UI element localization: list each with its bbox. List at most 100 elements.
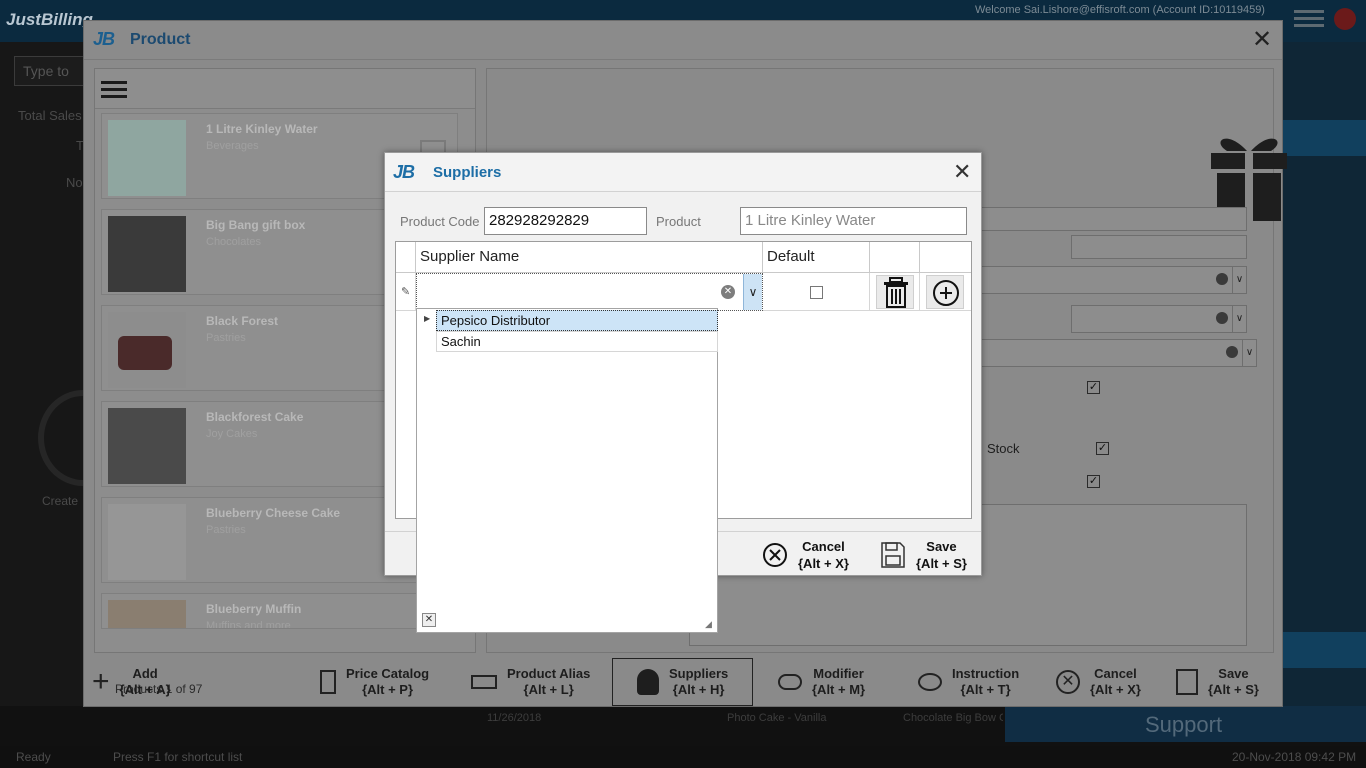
suppliers-title-bar: JB Suppliers ✕ bbox=[385, 153, 981, 192]
jb-logo-icon: JB bbox=[93, 29, 115, 49]
power-icon[interactable] bbox=[1334, 8, 1356, 30]
price-catalog-shortcut: {Alt + P} bbox=[362, 682, 414, 697]
product-name: Blackforest Cake bbox=[206, 410, 304, 424]
cancel-shortcut: {Alt + X} bbox=[1090, 682, 1141, 697]
save-shortcut: {Alt + S} bbox=[1208, 682, 1259, 697]
product-name: Blueberry Cheese Cake bbox=[206, 506, 341, 520]
dropdown-option[interactable]: Pepsico Distributor bbox=[436, 310, 718, 331]
detail-field-1[interactable] bbox=[979, 207, 1247, 231]
app-search-input[interactable]: Type to bbox=[14, 56, 84, 86]
modifier-shortcut: {Alt + M} bbox=[812, 682, 866, 697]
product-alias-label: Product Alias bbox=[507, 666, 591, 681]
product-category: Pastries bbox=[206, 524, 246, 536]
support-button[interactable]: Support bbox=[1005, 706, 1366, 742]
cancel-label: Cancel bbox=[1094, 666, 1137, 681]
detail-field-2[interactable] bbox=[1071, 235, 1247, 259]
status-datetime: 20-Nov-2018 09:42 PM bbox=[1232, 750, 1357, 764]
detail-checkbox-3[interactable]: ✓ bbox=[1087, 475, 1100, 488]
product-thumbnail bbox=[108, 120, 186, 196]
row-header-corner bbox=[396, 242, 416, 273]
product-thumbnail bbox=[108, 312, 186, 388]
supplier-name-combobox[interactable]: ✕ ∨ bbox=[416, 273, 763, 311]
app-left-panel: Total Sales T No Create bbox=[0, 42, 128, 742]
product-list-item[interactable]: Blueberry Muffin Muffins and more bbox=[101, 593, 458, 629]
default-cell bbox=[763, 273, 870, 311]
status-ready: Ready bbox=[16, 750, 51, 764]
detail-dropdown-3[interactable]: ∨ bbox=[979, 339, 1257, 367]
product-name: Big Bang gift box bbox=[206, 218, 306, 232]
list-view-icon[interactable] bbox=[101, 81, 127, 99]
dialog-save-button[interactable]: Save {Alt + S} bbox=[880, 538, 967, 572]
column-header-default[interactable]: Default bbox=[763, 242, 870, 273]
detail-checkbox-1[interactable]: ✓ bbox=[1087, 381, 1100, 394]
clear-icon[interactable] bbox=[1216, 312, 1228, 324]
product-code-label: Product Code bbox=[400, 214, 480, 229]
jb-logo-icon: JB bbox=[393, 162, 415, 182]
column-header-supplier-name[interactable]: Supplier Name bbox=[416, 242, 763, 273]
chevron-down-icon[interactable]: ∨ bbox=[1242, 340, 1256, 366]
chevron-down-icon[interactable]: ∨ bbox=[1232, 267, 1246, 293]
stock-checkbox[interactable]: ✓ bbox=[1096, 442, 1109, 455]
price-catalog-button[interactable]: Price Catalog {Alt + P} bbox=[320, 658, 429, 706]
price-catalog-label: Price Catalog bbox=[346, 666, 430, 681]
total-sales-label: Total Sales bbox=[18, 108, 82, 123]
save-label: Save bbox=[1218, 666, 1249, 681]
supplier-dropdown-popup: ▶ Pepsico Distributor Sachin ✕ ◢ bbox=[416, 308, 718, 633]
plus-circle-icon bbox=[933, 280, 959, 306]
list-header bbox=[95, 69, 475, 109]
product-thumbnail bbox=[108, 408, 186, 484]
product-thumbnail bbox=[108, 504, 186, 580]
status-hint: Press F1 for shortcut list bbox=[113, 750, 243, 764]
product-name: Black Forest bbox=[206, 314, 279, 328]
cancel-button[interactable]: ✕ Cancel {Alt + X} bbox=[1056, 658, 1141, 706]
product-name-field[interactable]: 1 Litre Kinley Water bbox=[740, 207, 967, 235]
product-category: Beverages bbox=[206, 140, 259, 152]
product-close-icon[interactable]: ✕ bbox=[1252, 25, 1272, 54]
modifier-button[interactable]: Modifier {Alt + M} bbox=[778, 658, 865, 706]
clear-icon[interactable] bbox=[1226, 346, 1238, 358]
bg-row-date: 11/26/2018 bbox=[487, 712, 542, 724]
product-label: Product bbox=[656, 214, 701, 229]
product-category: Muffins and more bbox=[206, 620, 291, 629]
popup-close-icon[interactable]: ✕ bbox=[422, 613, 436, 627]
create-label: Create bbox=[42, 494, 79, 508]
clear-icon[interactable]: ✕ bbox=[721, 285, 735, 299]
modifier-label: Modifier bbox=[813, 666, 864, 681]
detail-dropdown-1[interactable]: ∨ bbox=[979, 266, 1247, 294]
product-alias-button[interactable]: Product Alias {Alt + L} bbox=[471, 658, 590, 706]
add-cell bbox=[920, 273, 971, 311]
cancel-icon: ✕ bbox=[1056, 670, 1080, 694]
delete-cell bbox=[870, 273, 920, 311]
bg-row-col2: Photo Cake - Vanilla bbox=[727, 712, 827, 724]
dialog-cancel-shortcut: {Alt + X} bbox=[798, 556, 849, 571]
add-row-button[interactable] bbox=[926, 275, 964, 309]
app-right-band-2 bbox=[1283, 632, 1366, 668]
cancel-icon bbox=[763, 543, 787, 567]
dialog-save-label: Save bbox=[926, 539, 957, 554]
product-category: Chocolates bbox=[206, 236, 262, 248]
add-button[interactable]: + Add {Alt + A} bbox=[92, 658, 171, 706]
dialog-cancel-button[interactable]: Cancel {Alt + X} bbox=[762, 538, 849, 572]
save-button[interactable]: Save {Alt + S} bbox=[1176, 658, 1259, 706]
bg-row-col3: Chocolate Big Bow C bbox=[903, 712, 1003, 724]
dropdown-option[interactable]: Sachin bbox=[436, 331, 718, 352]
chevron-down-icon[interactable]: ∨ bbox=[1232, 306, 1246, 332]
menu-icon[interactable] bbox=[1294, 10, 1324, 28]
app-right-band bbox=[1283, 120, 1366, 156]
resize-grip-icon[interactable]: ◢ bbox=[705, 619, 715, 629]
product-code-field[interactable]: 282928292829 bbox=[484, 207, 647, 235]
delete-row-button[interactable] bbox=[876, 275, 914, 309]
default-checkbox[interactable] bbox=[810, 286, 823, 299]
detail-dropdown-2[interactable]: ∨ bbox=[1071, 305, 1247, 333]
expand-arrow-icon[interactable]: ▶ bbox=[424, 314, 430, 323]
column-header-delete bbox=[870, 242, 920, 273]
suppliers-close-icon[interactable]: ✕ bbox=[953, 159, 971, 185]
suppliers-tab-button[interactable]: Suppliers {Alt + H} bbox=[612, 658, 753, 706]
price-tag-icon bbox=[320, 670, 336, 694]
row-indicator: ✎ bbox=[396, 273, 416, 311]
dialog-save-shortcut: {Alt + S} bbox=[916, 556, 967, 571]
chevron-down-icon[interactable]: ∨ bbox=[743, 274, 762, 310]
clear-icon[interactable] bbox=[1216, 273, 1228, 285]
product-thumbnail bbox=[108, 600, 186, 628]
instruction-button[interactable]: Instruction {Alt + T} bbox=[918, 658, 1019, 706]
